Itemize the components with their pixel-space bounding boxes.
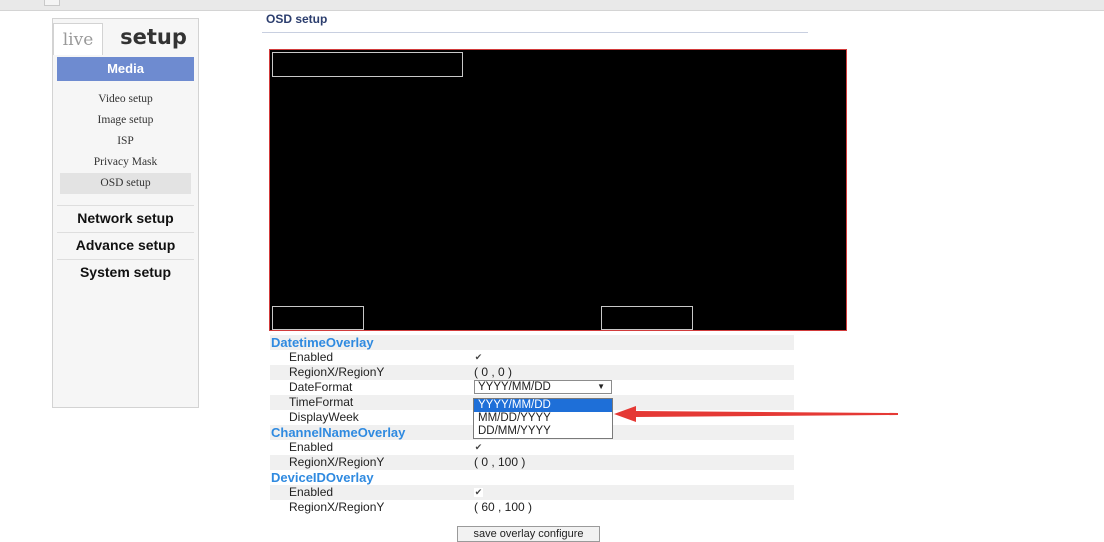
save-overlay-button[interactable]: save overlay configure [457,526,600,542]
tab-live[interactable]: live [53,23,103,55]
arrow-shape [614,406,898,422]
channel-enabled-label: Enabled [289,440,334,454]
dateformat-select[interactable]: YYYY/MM/DD ▼ [474,380,612,394]
device-enabled-row: Enabled ✔ [270,485,794,500]
device-overlay-heading: DeviceIDOverlay [270,470,794,485]
channel-name-overlay-box[interactable] [272,306,364,330]
dateformat-selected-value: YYYY/MM/DD [478,381,551,393]
dateformat-dropdown-list: YYYY/MM/DD MM/DD/YYYY DD/MM/YYYY [473,398,613,439]
datetime-overlay-heading: DatetimeOverlay [270,335,794,350]
device-region-value: ( 60 , 100 ) [474,500,533,514]
sidebar-item-osd-setup[interactable]: OSD setup [60,173,191,194]
page-title: OSD setup [266,12,328,26]
video-preview [269,49,847,331]
device-region-label: RegionX/RegionY [289,500,385,514]
sidebar: live setup Media Video setup Image setup… [52,18,199,408]
channel-enabled-row: Enabled ✔ [270,440,794,455]
datetime-enabled-label: Enabled [289,350,334,364]
dropdown-option[interactable]: DD/MM/YYYY [474,425,612,438]
timeformat-label: TimeFormat [289,395,354,409]
chevron-down-icon: ▼ [597,382,605,391]
media-submenu: Video setup Image setup ISP Privacy Mask… [57,89,194,194]
channel-region-row: RegionX/RegionY ( 0 , 100 ) [270,455,794,470]
channel-overlay-title: ChannelNameOverlay [271,425,406,440]
dropdown-option[interactable]: YYYY/MM/DD [474,399,612,412]
device-id-overlay-box[interactable] [601,306,693,330]
channel-region-label: RegionX/RegionY [289,455,385,469]
datetime-region-row: RegionX/RegionY ( 0 , 0 ) [270,365,794,380]
device-region-row: RegionX/RegionY ( 60 , 100 ) [270,500,794,515]
device-overlay-title: DeviceIDOverlay [271,470,374,485]
annotation-arrow-icon [614,406,898,422]
sidebar-item-privacy-mask[interactable]: Privacy Mask [57,152,194,173]
dropdown-option[interactable]: MM/DD/YYYY [474,412,612,425]
datetime-dateformat-row: DateFormat YYYY/MM/DD ▼ [270,380,794,395]
title-divider [262,32,808,33]
top-bar-tab [44,0,60,6]
channel-enabled-checkbox[interactable]: ✔ [474,443,483,452]
device-enabled-label: Enabled [289,485,334,499]
sidebar-item-video-setup[interactable]: Video setup [57,89,194,110]
sidebar-section-media[interactable]: Media [57,57,194,81]
mode-tabs: live setup [53,19,198,55]
sidebar-item-image-setup[interactable]: Image setup [57,110,194,131]
device-enabled-checkbox[interactable]: ✔ [474,488,483,497]
sidebar-section-advance-setup[interactable]: Advance setup [57,232,194,257]
dateformat-label: DateFormat [289,380,353,394]
tab-setup[interactable]: setup [107,19,200,55]
datetime-region-label: RegionX/RegionY [289,365,385,379]
browser-top-bar [0,0,1104,11]
datetime-enabled-row: Enabled ✔ [270,350,794,365]
sidebar-item-isp[interactable]: ISP [57,131,194,152]
channel-region-value: ( 0 , 100 ) [474,455,526,469]
displayweek-label: DisplayWeek [289,410,359,424]
sidebar-section-network-setup[interactable]: Network setup [57,205,194,230]
datetime-overlay-title: DatetimeOverlay [271,335,374,350]
datetime-region-value: ( 0 , 0 ) [474,365,513,379]
sidebar-section-system-setup[interactable]: System setup [57,259,194,284]
datetime-enabled-checkbox[interactable]: ✔ [474,353,483,362]
datetime-overlay-box[interactable] [272,52,463,77]
